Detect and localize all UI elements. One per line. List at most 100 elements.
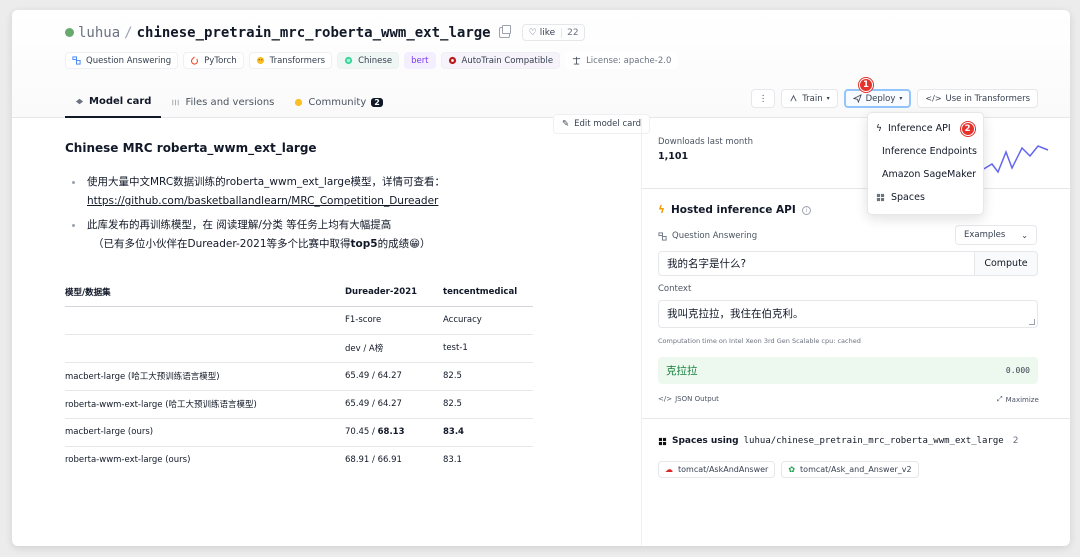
repo-actions: ⋮ Train ▾ Deploy ▾ </> Use in Transforme… (750, 89, 1038, 108)
table-row: roberta-wwm-ext-large (ours) 68.91 / 66.… (65, 446, 533, 474)
tag-label: AutoTrain Compatible (461, 55, 554, 66)
repo-name[interactable]: chinese_pretrain_mrc_roberta_wwm_ext_lar… (137, 25, 491, 41)
edit-model-card-button[interactable]: ✎ Edit model card (553, 114, 651, 134)
table-header: Dureader-2021 (345, 278, 443, 307)
chevron-down-icon: ▾ (899, 95, 903, 102)
code-icon: </> (925, 94, 942, 103)
table-row: dev / A榜 test-1 (65, 334, 533, 363)
context-label: Context (658, 284, 692, 294)
train-button[interactable]: Train ▾ (781, 89, 838, 108)
resize-handle-icon[interactable] (1029, 319, 1035, 325)
list-item: 使用大量中文MRC数据训练的roberta_wwm_ext_large模型，详情… (69, 173, 445, 211)
model-card-heading: Chinese MRC roberta_wwm_ext_large (65, 141, 317, 155)
menu-item-inference-api[interactable]: ϟ Inference API 2 (868, 117, 983, 140)
answer-result: 克拉拉 0.000 (658, 357, 1038, 384)
compute-button[interactable]: Compute (975, 251, 1038, 276)
maximize-button[interactable]: ⤢ Maximize (997, 395, 1039, 404)
spaces-icon (876, 193, 885, 202)
space-emoji-icon: ✿ (788, 465, 796, 474)
hf-icon (256, 56, 264, 65)
tag-chinese[interactable]: Chinese (337, 52, 400, 69)
list-item: 此库发布的再训练模型，在 阅读理解/分类 等任务上均有大幅提高 （已有多位小伙伴… (69, 216, 445, 254)
owner-avatar[interactable] (65, 28, 74, 37)
tag-label: Chinese (358, 55, 393, 66)
tag-license[interactable]: License: apache-2.0 (565, 52, 679, 69)
space-emoji-icon: ☁ (665, 465, 673, 474)
examples-dropdown[interactable]: Examples ⌄ (955, 225, 1037, 245)
tab-label: Files and versions (185, 96, 275, 108)
model-card-bullets: 使用大量中文MRC数据训练的roberta_wwm_ext_large模型，详情… (69, 173, 445, 259)
question-input[interactable]: 我的名字是什么? (658, 251, 975, 276)
results-table: 模型/数据集 Dureader-2021 tencentmedical F1-s… (65, 278, 533, 474)
menu-item-spaces[interactable]: Spaces (868, 186, 983, 209)
use-in-transformers-button[interactable]: </> Use in Transformers (917, 89, 1038, 108)
globe-icon (344, 56, 353, 65)
table-cell: roberta-wwm-ext-large (哈工大预训练语言模型) (65, 390, 345, 419)
bullet-text-post: 的成绩😁） (377, 238, 431, 250)
github-link[interactable]: https://github.com/basketballandlearn/MR… (87, 195, 438, 207)
answer-text: 克拉拉 (666, 365, 698, 377)
tag-bert[interactable]: bert (404, 52, 436, 69)
tag-autotrain[interactable]: AutoTrain Compatible (440, 52, 561, 69)
bullet-text: 此库发布的再训练模型，在 阅读理解/分类 等任务上均有大幅提高 (87, 219, 392, 231)
hosted-title-text: Hosted inference API (670, 204, 796, 216)
tag-pytorch[interactable]: PyTorch (183, 52, 244, 69)
expand-icon: ⤢ (997, 395, 1003, 403)
tab-model-card[interactable]: Model card (65, 86, 162, 118)
downloads-sparkline (982, 145, 1049, 174)
pencil-icon: ✎ (562, 119, 570, 129)
space-chip[interactable]: ✿ tomcat/Ask_and_Answer_v2 (781, 461, 919, 478)
send-icon (852, 94, 862, 103)
tag-question-answering[interactable]: Question Answering (65, 52, 179, 69)
cell-part-bold: 68.13 (377, 427, 405, 437)
repo-owner[interactable]: luhua (78, 25, 120, 41)
pytorch-icon (191, 56, 199, 65)
tab-files[interactable]: Files and versions (161, 86, 284, 118)
table-row: F1-score Accuracy (65, 306, 533, 335)
bullet-text-bold: top5 (350, 238, 378, 250)
space-chip[interactable]: ☁ tomcat/AskAndAnswer (658, 461, 776, 478)
table-cell: macbert-large (ours) (65, 418, 345, 447)
table-cell: 68.91 / 66.91 (345, 455, 402, 466)
table-cell: Accuracy (443, 306, 533, 335)
like-button[interactable]: ♡ like 22 (521, 24, 585, 41)
maximize-label: Maximize (1005, 395, 1039, 404)
qa-icon (658, 231, 667, 241)
chevron-down-icon: ⌄ (1021, 230, 1028, 240)
table-cell: 65.49 / 64.27 (345, 390, 443, 419)
menu-item-label: Amazon SageMaker (882, 169, 977, 180)
tab-community[interactable]: Community 2 (284, 86, 392, 118)
hosted-inference-title: ϟ Hosted inference API i (658, 204, 811, 216)
tag-label: Question Answering (86, 55, 172, 66)
spaces-list: ☁ tomcat/AskAndAnswer ✿ tomcat/Ask_and_A… (658, 461, 919, 478)
table-row: macbert-large (哈工大预训练语言模型) 65.49 / 64.27… (65, 362, 533, 391)
tag-label: PyTorch (204, 55, 237, 66)
info-icon[interactable]: i (801, 205, 811, 215)
context-textarea[interactable]: 我叫克拉拉，我住在伯克利。 (658, 300, 1038, 328)
menu-item-label: Inference Endpoints (882, 146, 977, 157)
menu-item-label: Inference API (887, 123, 951, 134)
downloads-value: 1,101 (658, 151, 689, 162)
code-icon: </> (658, 395, 673, 403)
deploy-button[interactable]: Deploy ▾ (843, 89, 912, 108)
copy-icon[interactable] (498, 25, 511, 38)
bullet-text-line2: （已有多位小伙伴在Dureader-2021等多个比赛中取得top5的成绩😁） (87, 235, 445, 254)
train-icon (790, 94, 797, 102)
tag-transformers[interactable]: Transformers (248, 52, 333, 69)
table-cell: 83.1 (443, 455, 462, 466)
divider (642, 188, 1070, 189)
menu-item-amazon-sagemaker[interactable]: Amazon SageMaker (868, 163, 983, 186)
table-cell: 82.5 (443, 390, 533, 419)
more-button[interactable]: ⋮ (750, 89, 776, 108)
repo-separator: / (124, 24, 133, 41)
computation-time: Computation time on Intel Xeon 3rd Gen S… (658, 337, 861, 345)
deploy-label: Deploy (865, 93, 896, 104)
callout-badge-1: 1 (859, 78, 873, 92)
tab-label: Model card (89, 95, 152, 107)
scale-icon (572, 56, 581, 65)
json-output-toggle[interactable]: </> JSON Output (658, 395, 719, 403)
menu-item-inference-endpoints[interactable]: Inference Endpoints (868, 140, 983, 163)
task-label: Question Answering (658, 231, 757, 241)
spaces-using-title: Spaces using luhua/chinese_pretrain_mrc_… (658, 436, 1018, 446)
browser-frame: luhua / chinese_pretrain_mrc_roberta_wwm… (12, 10, 1070, 546)
